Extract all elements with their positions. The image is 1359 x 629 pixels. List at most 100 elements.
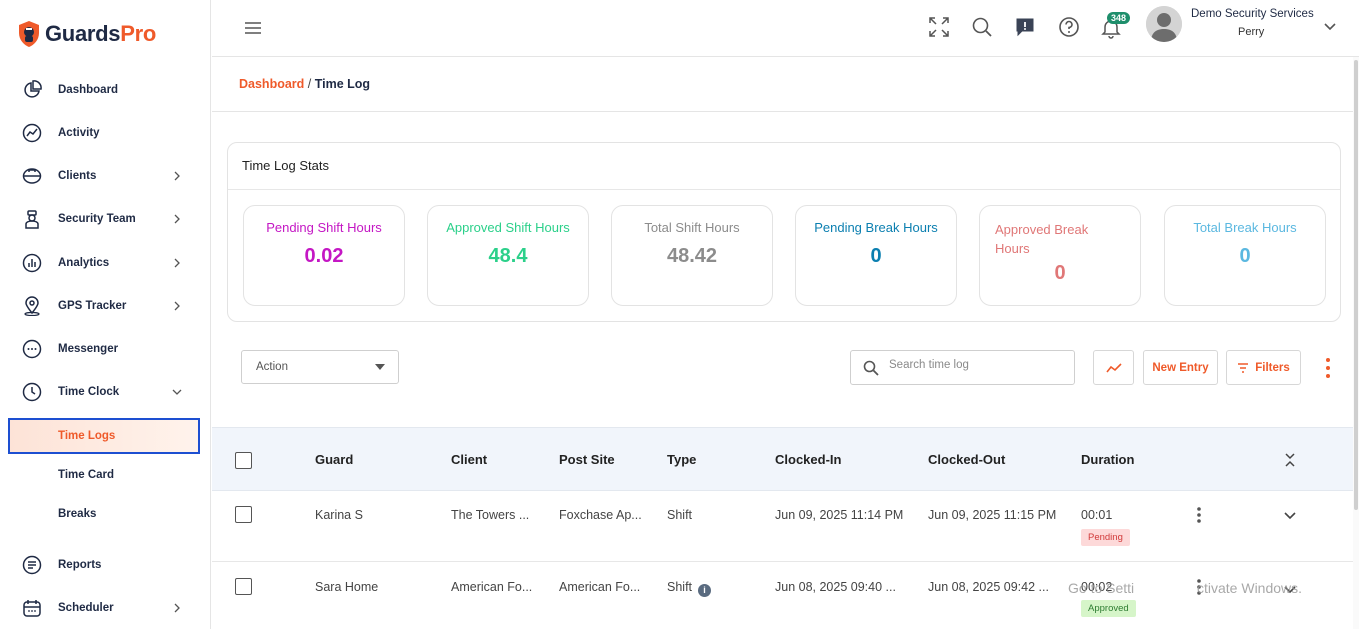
stat-value: 48.4 — [488, 245, 528, 267]
select-all-checkbox[interactable] — [235, 452, 252, 469]
hamburger-menu-icon[interactable] — [244, 20, 262, 36]
sidebar-item-scheduler[interactable]: Scheduler — [0, 591, 211, 625]
cell-clocked-out: Jun 09, 2025 11:15 PM — [928, 508, 1057, 522]
cell-type: Shift — [667, 580, 693, 594]
user-organization: Demo Security Services — [1191, 8, 1314, 20]
column-header-client[interactable]: Client — [451, 452, 487, 467]
filter-icon — [1238, 362, 1249, 373]
cell-post-site: Foxchase Ap... — [559, 508, 642, 522]
table-row[interactable]: Sara Home American Fo... American Fo... … — [212, 563, 1355, 629]
cell-guard: Karina S — [315, 508, 363, 522]
cell-clocked-out: Jun 08, 2025 09:42 ... — [928, 580, 1049, 594]
sidebar-subitem-breaks[interactable]: Breaks — [8, 496, 200, 532]
stat-label: Approved Shift Hours — [446, 220, 570, 235]
column-header-type[interactable]: Type — [667, 452, 696, 467]
chevron-down-icon[interactable] — [1324, 20, 1336, 32]
breadcrumb-current: Time Log — [314, 77, 371, 91]
stat-value: 0 — [1239, 245, 1251, 267]
sidebar-item-label: Activity — [58, 127, 100, 139]
pie-chart-icon — [24, 80, 42, 98]
sidebar-item-activity[interactable]: Activity — [0, 116, 211, 150]
column-header-clocked-in[interactable]: Clocked-In — [775, 452, 841, 467]
sidebar-item-clients[interactable]: Clients — [0, 159, 211, 193]
stats-title: Time Log Stats — [242, 158, 329, 173]
sidebar-item-gps-tracker[interactable]: GPS Tracker — [0, 289, 211, 323]
search-input[interactable] — [889, 359, 1064, 371]
stat-pending-shift-hours: Pending Shift Hours 0.02 — [243, 205, 405, 306]
divider — [228, 189, 1340, 190]
sidebar-item-label: Dashboard — [58, 84, 119, 96]
row-checkbox[interactable] — [235, 578, 252, 595]
sidebar-item-label: Reports — [58, 559, 102, 571]
windows-watermark-right: ctivate Windows. — [1197, 580, 1303, 596]
fullscreen-icon[interactable] — [928, 16, 950, 38]
location-pin-icon — [24, 296, 40, 316]
sidebar-item-security-team[interactable]: Security Team — [0, 202, 211, 236]
sidebar-item-time-clock[interactable]: Time Clock — [0, 375, 211, 409]
avatar[interactable] — [1146, 6, 1182, 42]
notification-badge: 348 — [1107, 12, 1131, 24]
shield-logo-icon — [19, 21, 39, 47]
guard-icon — [25, 210, 39, 229]
stat-label: Approved Break Hours — [995, 222, 1089, 256]
sidebar-subitem-time-logs[interactable]: Time Logs — [8, 418, 200, 454]
calendar-icon — [23, 600, 41, 617]
breadcrumb-dashboard-link[interactable]: Dashboard — [239, 77, 304, 91]
filters-button[interactable]: Filters — [1226, 350, 1301, 385]
info-icon[interactable]: i — [698, 584, 712, 597]
stat-label: Pending Break Hours — [814, 220, 938, 235]
sidebar-subitem-label: Breaks — [58, 508, 97, 520]
stat-label: Total Shift Hours — [644, 220, 740, 235]
feedback-icon[interactable] — [1014, 16, 1036, 38]
stat-value: 48.42 — [666, 245, 718, 267]
sidebar-item-reports[interactable]: Reports — [0, 548, 211, 582]
cell-client: The Towers ... — [451, 508, 530, 522]
status-badge: Approved — [1081, 600, 1136, 617]
stat-value: 0 — [870, 245, 882, 267]
user-name: Perry — [1238, 26, 1265, 38]
cell-clocked-in: Jun 09, 2025 11:14 PM — [775, 508, 904, 522]
caret-down-icon — [375, 364, 385, 370]
column-header-guard[interactable]: Guard — [315, 452, 353, 467]
briefcase-icon — [22, 168, 42, 184]
sidebar-item-label: Analytics — [58, 257, 110, 269]
trend-chart-button[interactable] — [1093, 350, 1134, 385]
column-header-clocked-out[interactable]: Clocked-Out — [928, 452, 1005, 467]
sidebar-subitem-time-card[interactable]: Time Card — [8, 457, 200, 493]
sidebar-item-messenger[interactable]: Messenger — [0, 332, 211, 366]
sidebar-item-label: Security Team — [58, 213, 136, 225]
collapse-all-icon[interactable] — [1284, 452, 1296, 468]
status-badge: Pending — [1081, 529, 1130, 546]
breadcrumb-separator: / — [304, 77, 315, 91]
cell-clocked-in: Jun 08, 2025 09:40 ... — [775, 580, 896, 594]
action-select[interactable]: Action — [241, 350, 399, 384]
column-header-post-site[interactable]: Post Site — [559, 452, 615, 467]
brand-part2: Pro — [120, 21, 157, 46]
new-entry-button[interactable]: New Entry — [1143, 350, 1218, 385]
chevron-right-icon — [174, 171, 180, 181]
chevron-right-icon — [174, 214, 180, 224]
column-header-duration[interactable]: Duration — [1081, 452, 1134, 467]
more-options-icon[interactable] — [1323, 357, 1333, 379]
chevron-down-icon[interactable] — [1284, 509, 1296, 521]
topbar: 348 Demo Security Services Perry — [212, 0, 1359, 57]
search-icon[interactable] — [971, 16, 993, 38]
stat-pending-break-hours: Pending Break Hours 0 — [795, 205, 957, 306]
table-row[interactable]: Karina S The Towers ... Foxchase Ap... S… — [212, 491, 1355, 562]
windows-watermark-left: Go to Setti — [1068, 580, 1135, 596]
scrollbar-thumb[interactable] — [1354, 60, 1358, 510]
stat-total-break-hours: Total Break Hours 0 — [1164, 205, 1326, 306]
sidebar-subitem-label: Time Logs — [58, 430, 116, 442]
brand-logo[interactable]: GuardsPro — [17, 20, 156, 48]
sidebar-item-dashboard[interactable]: Dashboard — [0, 73, 211, 107]
analytics-icon — [22, 253, 42, 273]
stat-approved-break-hours: Approved Break Hours 0 — [979, 205, 1141, 306]
cell-type: Shift — [667, 508, 693, 522]
sidebar-item-label: Time Clock — [58, 386, 120, 398]
sidebar-item-analytics[interactable]: Analytics — [0, 246, 211, 280]
help-icon[interactable] — [1058, 16, 1080, 38]
row-checkbox[interactable] — [235, 506, 252, 523]
search-box[interactable] — [850, 350, 1075, 385]
divider — [212, 111, 1359, 112]
row-more-options-icon[interactable] — [1196, 506, 1202, 524]
